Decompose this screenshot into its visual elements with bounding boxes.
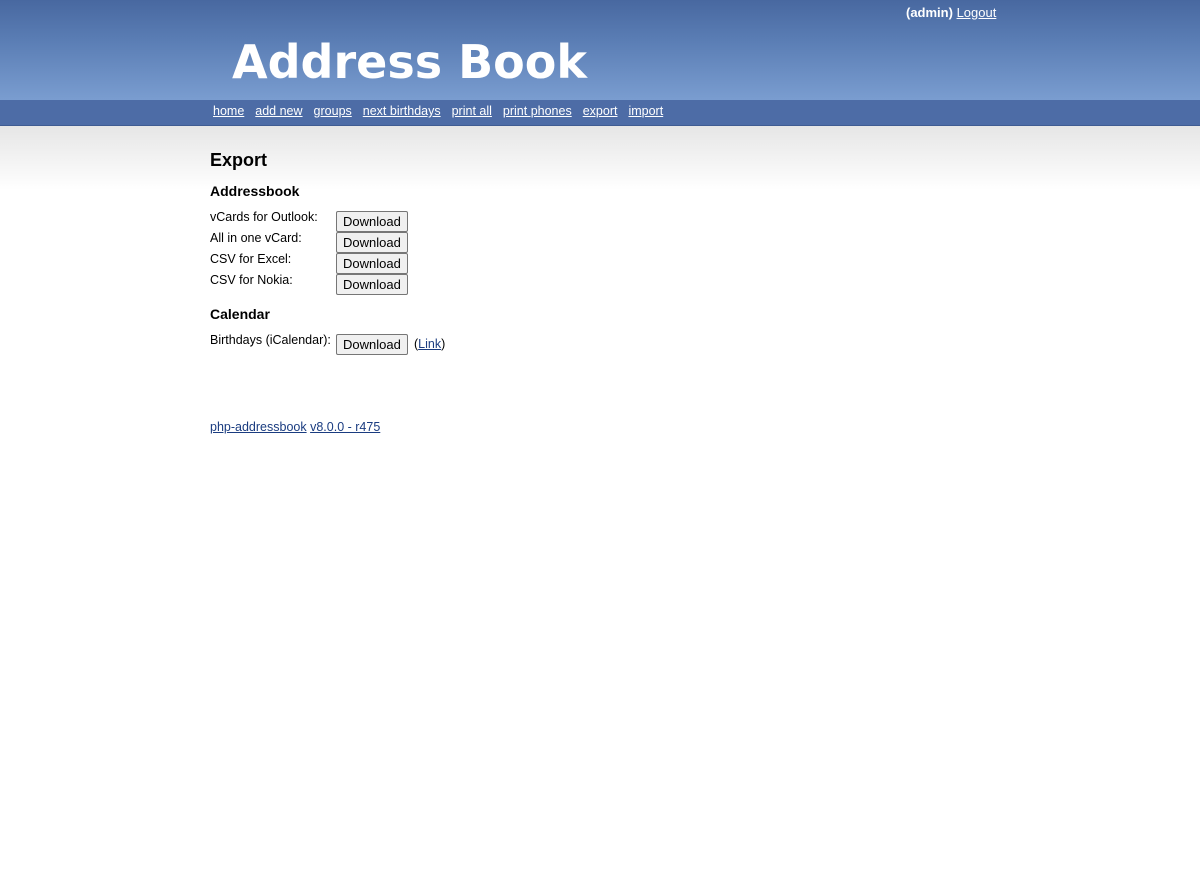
header-banner: (admin) Logout Address Book (0, 0, 1200, 100)
footer: php-addressbook v8.0.0 - r475 (210, 420, 380, 434)
nav-add-new[interactable]: add new (255, 104, 302, 118)
nav-print-phones[interactable]: print phones (503, 104, 572, 118)
nav-export[interactable]: export (583, 104, 618, 118)
main-nav: home add new groups next birthdays print… (0, 100, 1200, 126)
ical-link-wrapper: (Link) (414, 337, 445, 351)
export-label: CSV for Excel: (210, 252, 292, 266)
calendar-heading: Calendar (210, 306, 270, 322)
nav-print-all[interactable]: print all (452, 104, 492, 118)
current-user: (admin) (906, 5, 953, 20)
project-link[interactable]: php-addressbook (210, 420, 307, 434)
page-title: Export (210, 150, 268, 170)
export-label: CSV for Nokia: (210, 273, 293, 287)
nav-home[interactable]: home (213, 104, 244, 118)
download-birthdays-ical-button[interactable]: Download (336, 334, 408, 355)
paren-close: ) (441, 337, 446, 351)
ical-link[interactable]: Link (418, 337, 441, 351)
app-logo: Address Book (232, 35, 587, 89)
logout-link[interactable]: Logout (957, 5, 997, 20)
nav-import[interactable]: import (628, 104, 663, 118)
version-link[interactable]: v8.0.0 - r475 (310, 420, 380, 434)
download-csv-nokia-button[interactable]: Download (336, 274, 408, 295)
download-all-vcard-button[interactable]: Download (336, 232, 408, 253)
export-label: All in one vCard: (210, 231, 302, 245)
download-csv-excel-button[interactable]: Download (336, 253, 408, 274)
addressbook-heading: Addressbook (210, 183, 300, 199)
export-label: vCards for Outlook: (210, 210, 318, 224)
main-content: Export Addressbook vCards for Outlook: D… (210, 148, 910, 355)
user-bar: (admin) Logout (906, 5, 996, 20)
download-vcards-outlook-button[interactable]: Download (336, 211, 408, 232)
export-label: Birthdays (iCalendar): (210, 333, 331, 347)
nav-next-birthdays[interactable]: next birthdays (363, 104, 441, 118)
nav-groups[interactable]: groups (314, 104, 352, 118)
